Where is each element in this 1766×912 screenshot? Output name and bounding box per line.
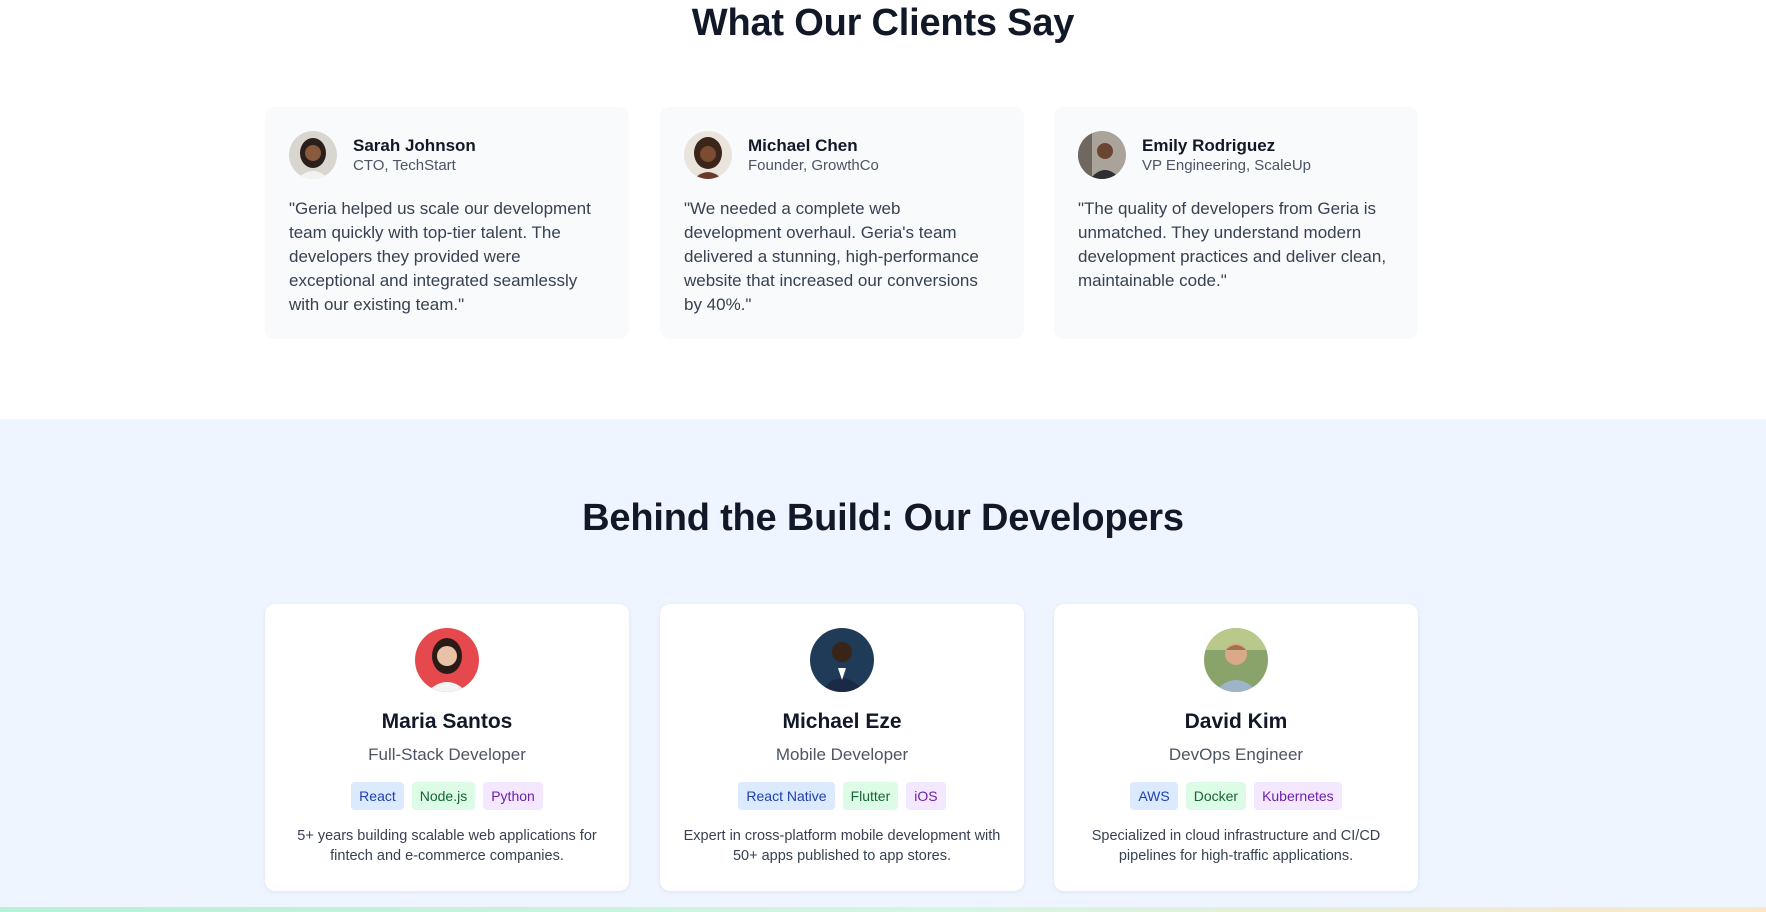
skill-tag: Node.js [411, 782, 476, 810]
avatar-photo-icon [1078, 131, 1126, 179]
developer-role: Full-Stack Developer [368, 745, 526, 764]
developer-description: Expert in cross-platform mobile developm… [683, 828, 1001, 864]
avatar [1078, 131, 1126, 179]
developer-role: DevOps Engineer [1168, 745, 1304, 764]
skill-tag: Flutter [842, 782, 899, 810]
skill-tags: React Native Flutter iOS [660, 782, 1024, 810]
avatar [810, 628, 874, 692]
developer-name: David Kim [1184, 710, 1288, 733]
developers-heading: Behind the Build: Our Developers [582, 497, 1184, 539]
testimonial-header: Emily Rodriguez VP Engineering, ScaleUp [1078, 131, 1394, 179]
testimonial-header: Michael Chen Founder, GrowthCo [684, 131, 1000, 179]
avatar [684, 131, 732, 179]
developers-section: Behind the Build: Our Developers Maria S… [0, 419, 1766, 912]
skill-tag: AWS [1130, 782, 1178, 810]
avatar-photo-icon [415, 628, 479, 692]
testimonial-name: Michael Chen [748, 136, 858, 155]
skill-tag: Docker [1185, 782, 1247, 810]
skill-tag: React Native [738, 782, 835, 810]
developer-name: Michael Eze [782, 710, 902, 733]
testimonial-name: Sarah Johnson [353, 136, 476, 155]
testimonial-header: Sarah Johnson CTO, TechStart [289, 131, 605, 179]
developer-role: Mobile Developer [775, 745, 909, 764]
skill-tag: Python [483, 782, 543, 810]
developer-name: Maria Santos [381, 710, 513, 733]
skill-tags: React Node.js Python [265, 782, 629, 810]
avatar [289, 131, 337, 179]
avatar-photo-icon [1204, 628, 1268, 692]
testimonial-name: Emily Rodriguez [1142, 136, 1276, 155]
avatar [415, 628, 479, 692]
testimonial-role: CTO, TechStart [353, 157, 456, 174]
testimonial-card: Sarah Johnson CTO, TechStart "Geria help… [265, 107, 629, 339]
developer-card: David Kim DevOps Engineer AWS Docker Kub… [1054, 604, 1418, 891]
avatar-photo-icon [684, 131, 732, 179]
developer-description: Specialized in cloud infrastructure and … [1091, 828, 1381, 864]
testimonials-heading: What Our Clients Say [691, 2, 1075, 44]
testimonials-section: What Our Clients Say Sarah Johnson CTO, … [0, 0, 1766, 419]
testimonial-role: Founder, GrowthCo [748, 157, 879, 174]
testimonial-quote: "The quality of developers from Geria is… [1078, 199, 1387, 290]
developer-description: 5+ years building scalable web applicati… [297, 828, 597, 864]
avatar [1204, 628, 1268, 692]
testimonial-quote: "Geria helped us scale our development t… [289, 199, 591, 314]
avatar-photo-icon [810, 628, 874, 692]
skill-tag: iOS [906, 782, 946, 810]
skill-tag: React [351, 782, 404, 810]
skill-tags: AWS Docker Kubernetes [1054, 782, 1418, 810]
avatar-photo-icon [289, 131, 337, 179]
testimonial-card: Michael Chen Founder, GrowthCo "We neede… [660, 107, 1024, 339]
skill-tag: Kubernetes [1254, 782, 1342, 810]
developer-card: Michael Eze Mobile Developer React Nativ… [660, 604, 1024, 891]
testimonial-quote: "We needed a complete web development ov… [684, 199, 979, 314]
testimonial-card: Emily Rodriguez VP Engineering, ScaleUp … [1054, 107, 1418, 339]
next-section-edge [0, 907, 1766, 912]
developer-card: Maria Santos Full-Stack Developer React … [265, 604, 629, 891]
testimonial-role: VP Engineering, ScaleUp [1142, 157, 1311, 174]
